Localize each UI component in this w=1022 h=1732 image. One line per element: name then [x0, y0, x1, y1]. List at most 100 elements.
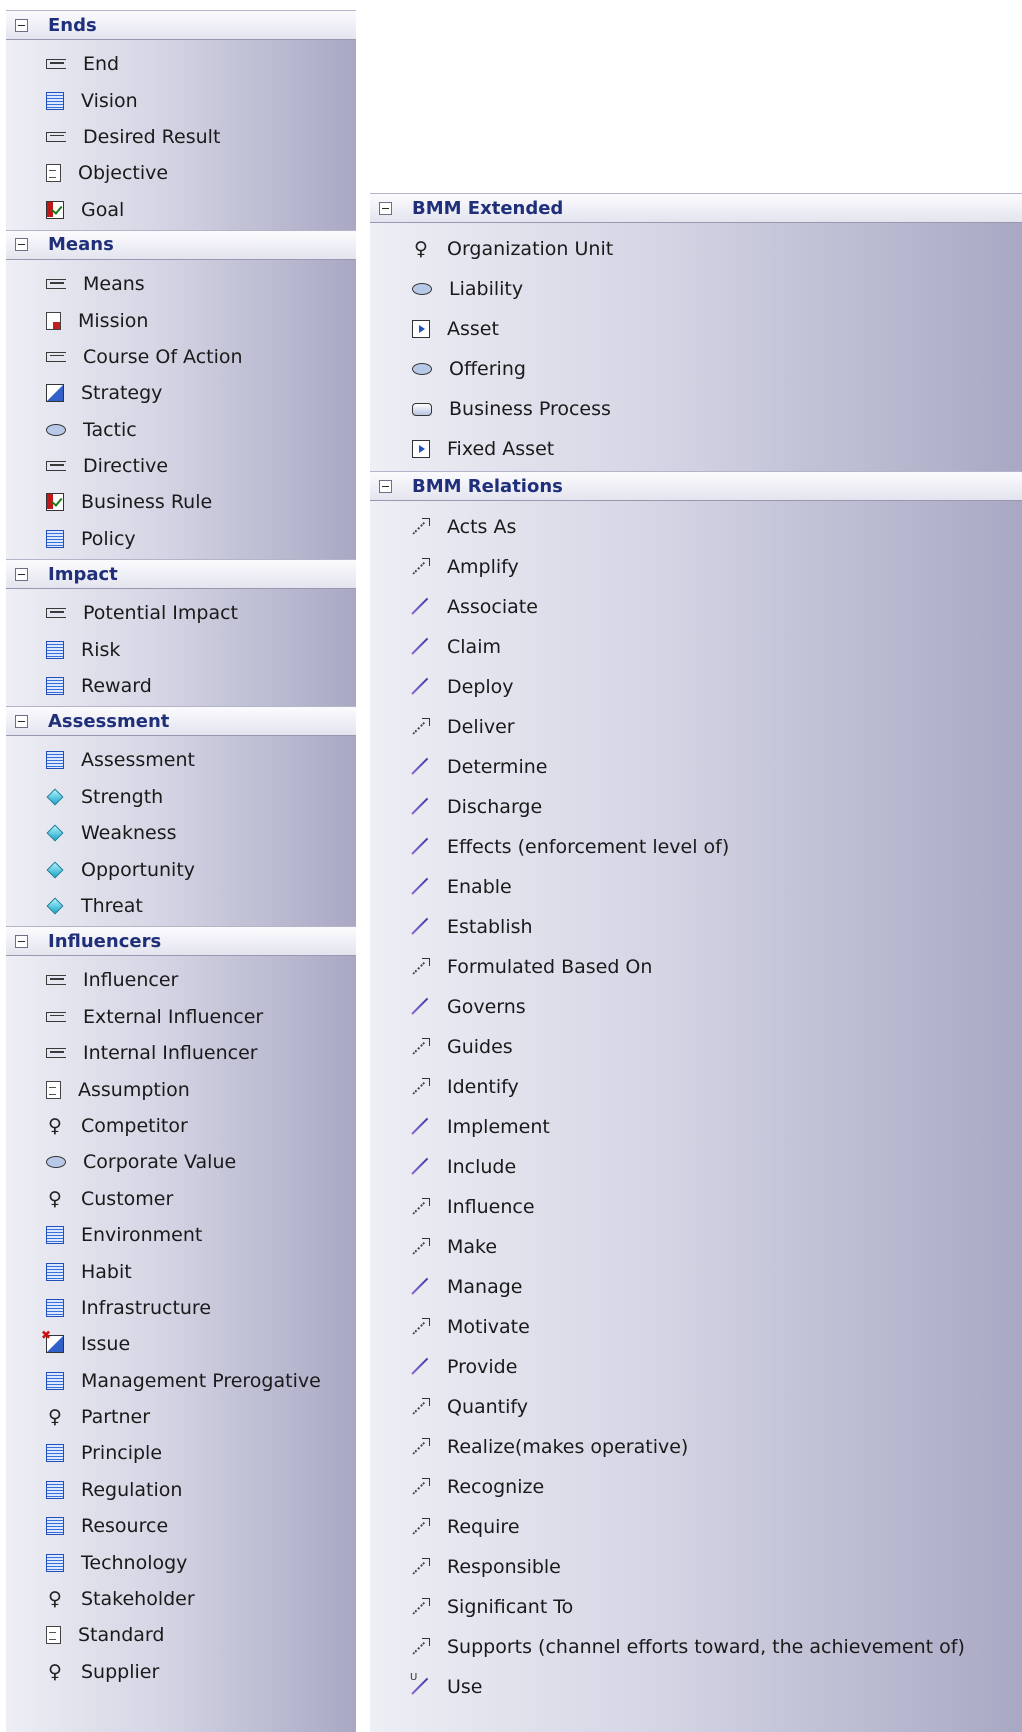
toolbox-item-directive[interactable]: Directive — [6, 448, 356, 484]
toolbox-item-competitor[interactable]: ♀ Competitor — [6, 1108, 356, 1144]
toolbox-item-customer[interactable]: ♀ Customer — [6, 1181, 356, 1217]
toolbox-item-implement[interactable]: Implement — [370, 1107, 1022, 1147]
toolbox-item-offering[interactable]: Offering — [370, 349, 1022, 389]
toolbox-item-acts-as[interactable]: Acts As — [370, 507, 1022, 547]
toolbox-item-standard[interactable]: Standard — [6, 1617, 356, 1653]
toolbox-item-label: Guides — [447, 1036, 513, 1058]
toolbox-item-include[interactable]: Include — [370, 1147, 1022, 1187]
toolbox-item-label: Supplier — [81, 1660, 160, 1683]
toolbox-item-supplier[interactable]: ♀ Supplier — [6, 1654, 356, 1690]
toolbox-item-partner[interactable]: ♀ Partner — [6, 1399, 356, 1435]
toolbox-item-resource[interactable]: Resource — [6, 1508, 356, 1544]
issue-icon — [41, 1328, 64, 1354]
toolbox-item-effects-enforcement-level-of[interactable]: Effects (enforcement level of) — [370, 827, 1022, 867]
toolbox-item-provide[interactable]: Provide — [370, 1347, 1022, 1387]
toolbox-item-formulated-based-on[interactable]: Formulated Based On — [370, 947, 1022, 987]
toolbox-item-identify[interactable]: Identify — [370, 1067, 1022, 1107]
toolbox-item-amplify[interactable]: Amplify — [370, 547, 1022, 587]
toolbox-item-objective[interactable]: Objective — [6, 155, 356, 191]
toolbox-item-infrastructure[interactable]: Infrastructure — [6, 1290, 356, 1326]
toolbox-item-risk[interactable]: Risk — [6, 631, 356, 667]
toolbox-item-reward[interactable]: Reward — [6, 668, 356, 704]
toolbox-item-determine[interactable]: Determine — [370, 747, 1022, 787]
toolbox-item-enable[interactable]: Enable — [370, 867, 1022, 907]
toolbox-item-claim[interactable]: Claim — [370, 627, 1022, 667]
toolbox-item-means[interactable]: Means — [6, 266, 356, 302]
toolbox-item-responsible[interactable]: Responsible — [370, 1547, 1022, 1587]
toolbox-item-recognize[interactable]: Recognize — [370, 1467, 1022, 1507]
toolbox-item-strategy[interactable]: Strategy — [6, 375, 356, 411]
section-header-impact[interactable]: Impact — [6, 559, 356, 590]
toolbox-item-use[interactable]: Use — [370, 1667, 1022, 1707]
collapse-icon[interactable] — [15, 934, 28, 948]
toolbox-item-asset[interactable]: Asset — [370, 309, 1022, 349]
toolbox-item-potential-impact[interactable]: Potential Impact — [6, 595, 356, 631]
toolbox-item-realize-makes-operative[interactable]: Realize(makes operative) — [370, 1427, 1022, 1467]
toolbox-item-mission[interactable]: Mission — [6, 302, 356, 338]
toolbox-item-label: Business Rule — [81, 491, 213, 514]
collapse-icon[interactable] — [15, 567, 28, 581]
toolbox-item-significant-to[interactable]: Significant To — [370, 1587, 1022, 1627]
toolbox-item-environment[interactable]: Environment — [6, 1217, 356, 1253]
section-header-bmm-relations[interactable]: BMM Relations — [370, 471, 1022, 501]
toolbox-item-governs[interactable]: Governs — [370, 987, 1022, 1027]
toolbox-item-motivate[interactable]: Motivate — [370, 1307, 1022, 1347]
toolbox-item-habit[interactable]: Habit — [6, 1253, 356, 1289]
toolbox-item-threat[interactable]: Threat — [6, 888, 356, 924]
toolbox-item-assumption[interactable]: Assumption — [6, 1071, 356, 1107]
toolbox-item-organization-unit[interactable]: ♀ Organization Unit — [370, 229, 1022, 269]
section-header-assessment[interactable]: Assessment — [6, 706, 356, 737]
collapse-icon[interactable] — [15, 238, 28, 252]
toolbox-item-associate[interactable]: Associate — [370, 587, 1022, 627]
toolbox-item-course-of-action[interactable]: Course Of Action — [6, 339, 356, 375]
toolbox-item-influence[interactable]: Influence — [370, 1187, 1022, 1227]
toolbox-item-principle[interactable]: Principle — [6, 1435, 356, 1471]
toolbox-item-stakeholder[interactable]: ♀ Stakeholder — [6, 1581, 356, 1617]
toolbox-item-liability[interactable]: Liability — [370, 269, 1022, 309]
toolbox-item-discharge[interactable]: Discharge — [370, 787, 1022, 827]
toolbox-item-deploy[interactable]: Deploy — [370, 667, 1022, 707]
toolbox-item-issue[interactable]: Issue — [6, 1326, 356, 1362]
document-blue-icon — [46, 1262, 64, 1281]
toolbox-item-strength[interactable]: Strength — [6, 779, 356, 815]
toolbox-item-establish[interactable]: Establish — [370, 907, 1022, 947]
toolbox-item-influencer[interactable]: Influencer — [6, 962, 356, 998]
toolbox-item-quantify[interactable]: Quantify — [370, 1387, 1022, 1427]
collapse-icon[interactable] — [15, 18, 28, 32]
toolbox-item-label: End — [83, 53, 120, 76]
toolbox-item-label: Influencer — [83, 969, 179, 992]
collapse-icon[interactable] — [379, 479, 392, 493]
toolbox-item-regulation[interactable]: Regulation — [6, 1472, 356, 1508]
toolbox-item-external-influencer[interactable]: External Influencer — [6, 999, 356, 1035]
toolbox-item-desired-result[interactable]: Desired Result — [6, 119, 356, 155]
toolbox-item-management-prerogative[interactable]: Management Prerogative — [6, 1363, 356, 1399]
toolbox-item-goal[interactable]: Goal — [6, 192, 356, 228]
toolbox-item-deliver[interactable]: Deliver — [370, 707, 1022, 747]
toolbox-item-vision[interactable]: Vision — [6, 82, 356, 118]
toolbox-item-business-rule[interactable]: Business Rule — [6, 484, 356, 520]
toolbox-item-policy[interactable]: Policy — [6, 521, 356, 557]
collapse-icon[interactable] — [15, 714, 28, 728]
toolbox-item-technology[interactable]: Technology — [6, 1544, 356, 1580]
toolbox-item-opportunity[interactable]: Opportunity — [6, 851, 356, 887]
toolbox-item-guides[interactable]: Guides — [370, 1027, 1022, 1067]
section-header-means[interactable]: Means — [6, 229, 356, 260]
section-header-ends[interactable]: Ends — [6, 10, 356, 40]
toolbox-item-require[interactable]: Require — [370, 1507, 1022, 1547]
toolbox-item-end[interactable]: End — [6, 46, 356, 82]
toolbox-item-tactic[interactable]: Tactic — [6, 412, 356, 448]
diamond-icon — [46, 897, 64, 915]
section-header-bmm-extended[interactable]: BMM Extended — [370, 193, 1022, 223]
section-header-influencers[interactable]: Influencers — [6, 926, 356, 957]
toolbox-item-weakness[interactable]: Weakness — [6, 815, 356, 851]
toolbox-item-manage[interactable]: Manage — [370, 1267, 1022, 1307]
toolbox-item-supports-channel-efforts-toward-the-achievement-of[interactable]: Supports (channel efforts toward, the ac… — [370, 1627, 1022, 1667]
section-title: BMM Relations — [412, 475, 563, 497]
collapse-icon[interactable] — [379, 201, 392, 215]
toolbox-item-make[interactable]: Make — [370, 1227, 1022, 1267]
toolbox-item-assessment[interactable]: Assessment — [6, 742, 356, 778]
toolbox-item-internal-influencer[interactable]: Internal Influencer — [6, 1035, 356, 1071]
toolbox-item-corporate-value[interactable]: Corporate Value — [6, 1144, 356, 1180]
toolbox-item-business-process[interactable]: Business Process — [370, 389, 1022, 429]
toolbox-item-fixed-asset[interactable]: Fixed Asset — [370, 429, 1022, 469]
